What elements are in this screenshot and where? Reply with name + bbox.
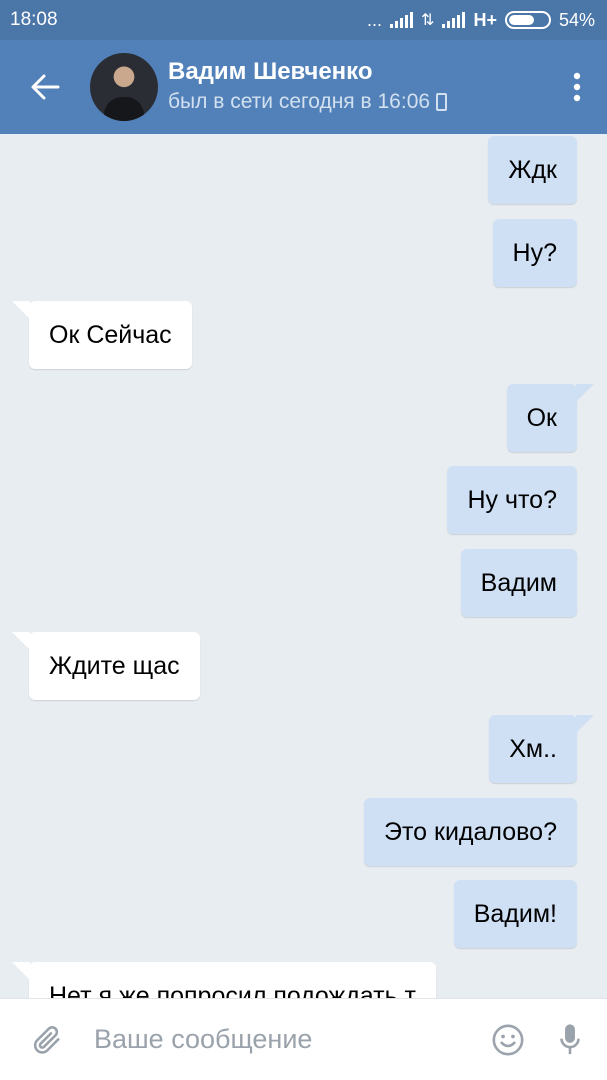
more-notifications-icon: ... xyxy=(367,9,383,30)
signal-icon-2 xyxy=(442,12,466,28)
message-input[interactable] xyxy=(94,1024,483,1055)
chat-header: Вадим Шевченко был в сети сегодня в 16:0… xyxy=(0,40,607,134)
signal-icon xyxy=(390,12,414,28)
message-list[interactable]: Ждк Ну? Ок Сейчас Ок Ну что? Вадим Ждите… xyxy=(0,134,607,998)
network-type: H+ xyxy=(473,9,497,30)
status-icons: ... ⇅ H+ 54% xyxy=(367,10,595,31)
message-bubble[interactable]: Нет я же попросил подождать т xyxy=(11,962,437,998)
message-bubble[interactable]: Ждк xyxy=(488,136,577,204)
last-seen: был в сети сегодня в 16:06 xyxy=(168,87,547,117)
contact-info[interactable]: Вадим Шевченко был в сети сегодня в 16:0… xyxy=(168,57,547,117)
mobile-phone-icon xyxy=(436,93,448,111)
emoji-button[interactable] xyxy=(483,999,533,1080)
emoji-icon xyxy=(492,1024,524,1055)
battery-icon xyxy=(504,11,551,29)
message-bubble[interactable]: Ну? xyxy=(492,219,577,287)
back-button[interactable] xyxy=(0,40,90,134)
status-time: 18:08 xyxy=(10,9,58,30)
voice-message-button[interactable] xyxy=(533,999,607,1080)
back-arrow-icon xyxy=(31,74,60,100)
paperclip-icon xyxy=(33,1025,60,1054)
battery-level: 54% xyxy=(558,9,595,30)
microphone-icon xyxy=(560,1023,580,1054)
contact-name: Вадим Шевченко xyxy=(168,58,373,85)
avatar[interactable] xyxy=(90,53,158,121)
more-vertical-icon xyxy=(573,72,581,102)
message-bubble[interactable]: Ну что? xyxy=(447,466,577,534)
last-seen-text: был в сети сегодня в 16:06 xyxy=(168,90,431,113)
message-bubble[interactable]: Вадим! xyxy=(453,880,577,948)
message-bubble[interactable]: Вадим xyxy=(460,549,577,617)
status-bar: 18:08 ... ⇅ H+ 54% xyxy=(0,0,607,40)
message-bubble[interactable]: Ждите щас xyxy=(12,632,200,700)
data-transfer-icon: ⇅ xyxy=(421,12,435,29)
message-bubble[interactable]: Ок xyxy=(506,384,595,452)
message-composer xyxy=(0,998,607,1080)
message-bubble[interactable]: Ок Сейчас xyxy=(12,301,192,369)
message-bubble[interactable]: Это кидалово? xyxy=(364,798,577,866)
more-options-button[interactable] xyxy=(547,40,607,134)
attach-button[interactable] xyxy=(0,999,94,1080)
message-bubble[interactable]: Хм.. xyxy=(489,715,594,783)
